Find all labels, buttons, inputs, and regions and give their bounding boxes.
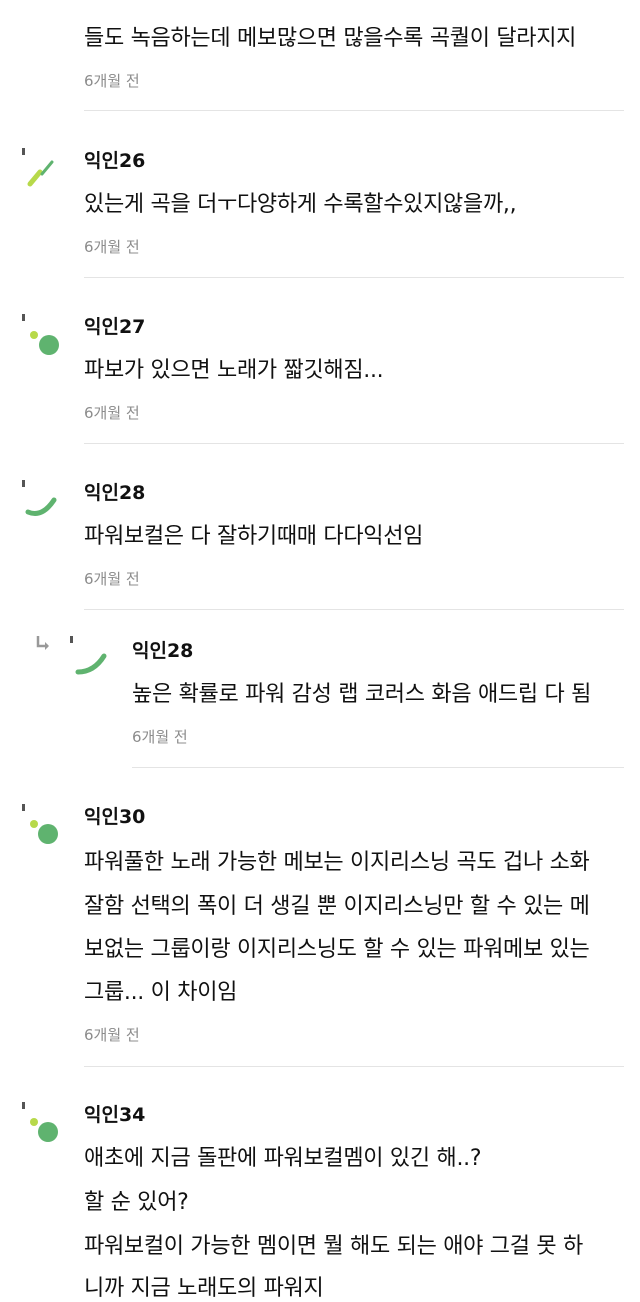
avatar-arc-icon[interactable]	[66, 632, 116, 682]
comment-text: 할 순 있어?	[84, 1190, 189, 1215]
comment-text: 파워보컬이 가능한 멤이면 뭘 해도 되는 애야 그걸 못 하	[84, 1234, 583, 1259]
avatar-dots-icon[interactable]	[18, 310, 68, 360]
comment-time: 6개월 전	[84, 570, 140, 588]
separator	[84, 1066, 624, 1067]
comment-author[interactable]: 익인27	[84, 312, 145, 339]
comment-author[interactable]: 익인26	[84, 146, 145, 173]
comment-time: 6개월 전	[84, 238, 140, 256]
separator	[132, 767, 624, 768]
separator	[84, 277, 624, 278]
comment-author[interactable]: 익인34	[84, 1100, 145, 1127]
comment-author[interactable]: 익인28	[132, 636, 193, 663]
comment-text: 높은 확률로 파워 감성 랩 코러스 화음 애드립 다 됨	[132, 682, 592, 707]
reply-arrow-icon	[36, 636, 49, 650]
comment-text: 있는게 곡을 더ㅜ다양하게 수록할수있지않을까,,	[84, 192, 517, 217]
comment-text: 파보가 있으면 노래가 짧깃해짐...	[84, 358, 384, 383]
comment-text: 보없는 그룹이랑 이지리스닝도 할 수 있는 파워메보 있는	[84, 937, 590, 962]
avatar-arc-icon[interactable]	[18, 476, 68, 526]
comment-author[interactable]: 익인30	[84, 802, 145, 829]
avatar-dots-icon[interactable]	[18, 1098, 68, 1148]
comment-text: 잘함 선택의 폭이 더 생길 뿐 이지리스닝만 할 수 있는 메	[84, 894, 590, 919]
separator	[84, 443, 624, 444]
comment-text: 파워보컬은 다 잘하기때매 다다익선임	[84, 524, 424, 549]
avatar-dots-icon[interactable]	[18, 800, 68, 850]
avatar-sticks-icon[interactable]	[18, 144, 68, 194]
separator	[84, 110, 624, 111]
comment-text: 니까 지금 노래도의 파워지	[84, 1276, 324, 1301]
comment-text: 파워풀한 노래 가능한 메보는 이지리스닝 곡도 겁나 소화	[84, 850, 590, 875]
comment-text: 그룹... 이 차이임	[84, 980, 238, 1005]
comment-text: 들도 녹음하는데 메보많으면 많을수록 곡퀄이 달라지지	[84, 26, 577, 51]
separator	[84, 609, 624, 610]
comment-time: 6개월 전	[84, 404, 140, 422]
comment-text: 애초에 지금 돌판에 파워보컬멤이 있긴 해..?	[84, 1146, 482, 1171]
comment-time: 6개월 전	[84, 1026, 140, 1044]
comment-time: 6개월 전	[132, 728, 188, 746]
comment-time: 6개월 전	[84, 72, 140, 90]
comment-author[interactable]: 익인28	[84, 478, 145, 505]
